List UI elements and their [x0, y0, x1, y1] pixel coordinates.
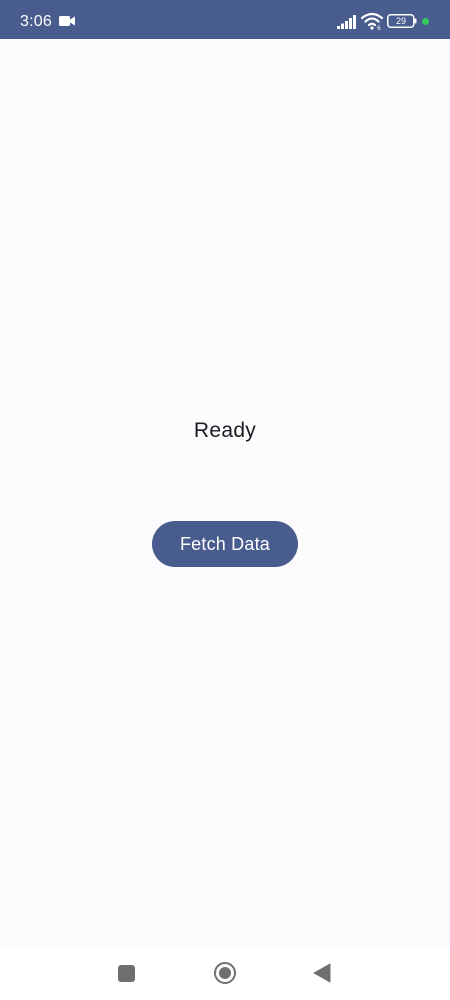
privacy-indicator-dot [422, 18, 429, 25]
video-camera-icon [59, 16, 75, 26]
back-triangle-icon [313, 963, 331, 983]
home-button[interactable] [213, 961, 237, 985]
app-screen: 3:06 6 29 Ready Fetch Data [0, 0, 450, 1000]
signal-icon [337, 15, 356, 29]
navigation-bar [0, 946, 450, 1000]
status-bar: 3:06 6 29 [0, 0, 450, 39]
wifi-icon: 6 [361, 12, 383, 30]
fetch-data-button[interactable]: Fetch Data [152, 521, 298, 567]
home-circle-icon [214, 962, 236, 984]
back-button[interactable] [313, 963, 331, 983]
recents-button[interactable] [118, 965, 135, 982]
status-time: 3:06 [20, 13, 52, 30]
svg-text:6: 6 [377, 25, 381, 30]
battery-level: 29 [395, 16, 406, 26]
status-message: Ready [193, 419, 257, 442]
